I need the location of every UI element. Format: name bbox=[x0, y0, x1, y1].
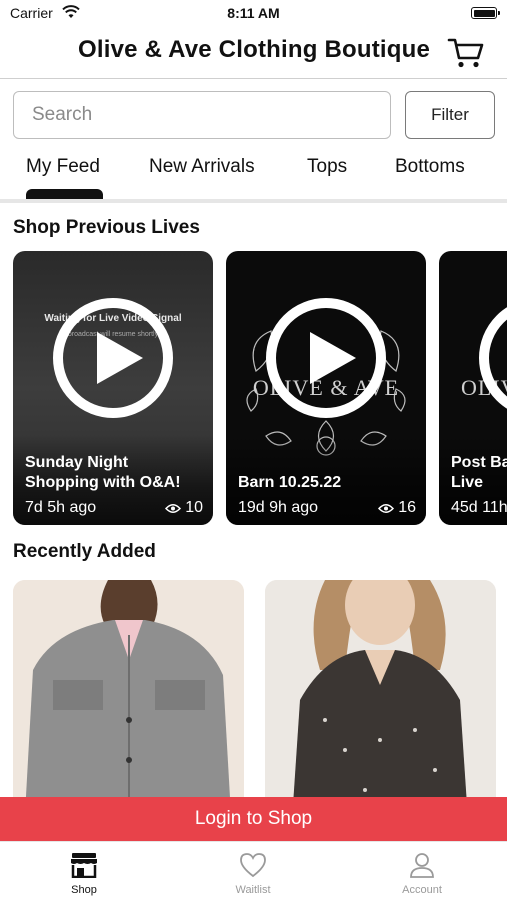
login-to-shop-button[interactable]: Login to Shop bbox=[0, 797, 507, 841]
tab-my-feed[interactable]: My Feed bbox=[26, 156, 100, 178]
storefront-icon bbox=[71, 853, 97, 878]
live-card-1[interactable]: Waiting for Live Video Signal broadcast … bbox=[13, 251, 213, 525]
eye-icon bbox=[378, 503, 395, 513]
view-count: 10 bbox=[185, 499, 203, 516]
previous-lives-heading: Shop Previous Lives bbox=[13, 217, 200, 238]
nav-waitlist[interactable]: Waitlist bbox=[193, 842, 313, 901]
live-card-2[interactable]: OLIVE & AVE Barn 10.25.22 19d 9h ago 16 bbox=[226, 251, 426, 525]
live-views: 16 bbox=[378, 499, 416, 517]
search-field[interactable] bbox=[13, 91, 391, 139]
nav-account[interactable]: Account bbox=[362, 842, 482, 901]
nav-label: Shop bbox=[71, 884, 97, 896]
section-divider bbox=[0, 199, 507, 203]
nav-label: Account bbox=[402, 884, 442, 896]
nav-shop[interactable]: Shop bbox=[24, 842, 144, 901]
play-icon[interactable] bbox=[477, 296, 507, 420]
clock: 8:11 AM bbox=[227, 5, 280, 21]
active-tab-indicator bbox=[26, 189, 103, 199]
page-title: Olive & Ave Clothing Boutique bbox=[78, 36, 431, 63]
eye-icon bbox=[165, 503, 182, 513]
search-input[interactable] bbox=[14, 92, 390, 138]
heart-icon bbox=[240, 853, 266, 878]
live-title: Sunday Night Shopping with O&A! bbox=[25, 454, 181, 491]
live-title: Post Ba Live bbox=[451, 454, 507, 491]
nav-label: Waitlist bbox=[235, 884, 271, 896]
tab-bottoms[interactable]: Bottoms bbox=[395, 156, 465, 178]
cart-icon[interactable] bbox=[447, 36, 485, 70]
live-age: 19d 9h ago bbox=[238, 499, 319, 516]
tab-new-arrivals[interactable]: New Arrivals bbox=[149, 156, 255, 178]
app-header: Olive & Ave Clothing Boutique bbox=[0, 26, 507, 79]
filter-button[interactable]: Filter bbox=[405, 91, 495, 139]
person-icon bbox=[410, 853, 434, 878]
view-count: 16 bbox=[398, 499, 416, 516]
status-bar: Carrier 8:11 AM bbox=[0, 0, 507, 26]
live-views: 10 bbox=[165, 499, 203, 517]
recently-added-heading: Recently Added bbox=[13, 541, 156, 562]
bottom-nav: Shop Waitlist Account bbox=[0, 841, 507, 901]
play-icon[interactable] bbox=[264, 296, 388, 420]
live-age: 45d 11h bbox=[451, 499, 507, 516]
live-card-3[interactable]: OLIV Post Ba Live 45d 11h bbox=[439, 251, 507, 525]
live-age: 7d 5h ago bbox=[25, 499, 97, 516]
live-title: Barn 10.25.22 bbox=[238, 474, 342, 491]
tab-tops[interactable]: Tops bbox=[307, 156, 347, 178]
play-icon[interactable] bbox=[51, 296, 175, 420]
battery-icon bbox=[471, 7, 500, 19]
